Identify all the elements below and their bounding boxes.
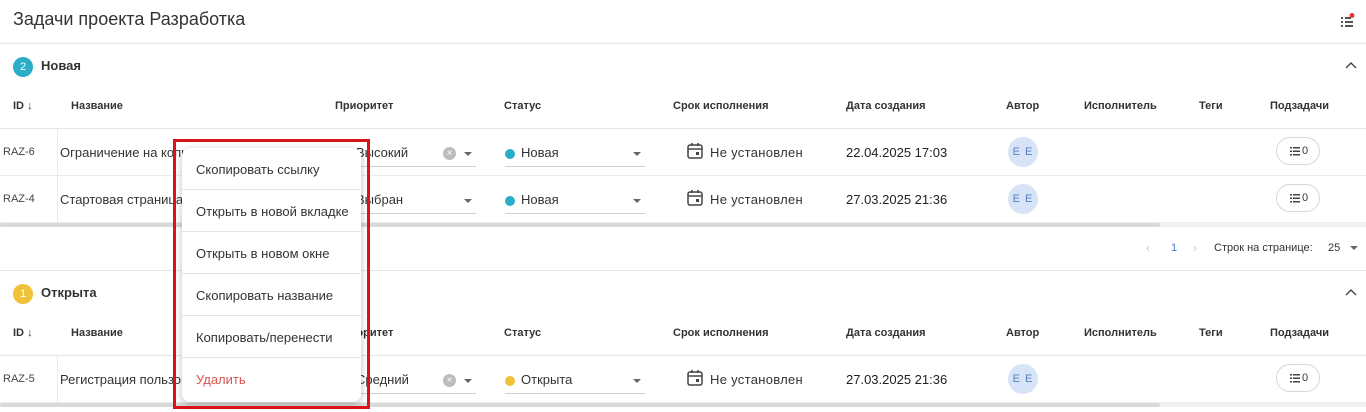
context-menu: Скопировать ссылку Открыть в новой вклад…: [182, 148, 361, 402]
task-name[interactable]: Регистрация пользо: [60, 372, 181, 387]
calendar-icon: [687, 143, 703, 159]
scrollbar-thumb[interactable]: [0, 223, 1160, 227]
menu-item-copy-link[interactable]: Скопировать ссылку: [182, 148, 361, 190]
status-value: Новая: [521, 192, 559, 207]
column-subtasks[interactable]: Подзадачи: [1270, 327, 1329, 339]
task-id[interactable]: RAZ-5: [3, 373, 35, 385]
caret-down-icon[interactable]: [1350, 246, 1358, 250]
caret-down-icon: [633, 152, 641, 156]
column-assignee[interactable]: Исполнитель: [1084, 327, 1157, 339]
column-name[interactable]: Название: [71, 100, 123, 112]
table-header: ID ↓ Название Приоритет Статус Срок испо…: [0, 85, 1366, 129]
author-avatar[interactable]: E E: [1008, 364, 1038, 394]
group-count-badge: 1: [13, 284, 33, 304]
status-value: Открыта: [521, 372, 573, 387]
chevron-left-icon[interactable]: ‹: [1146, 241, 1150, 255]
status-value: Новая: [521, 145, 559, 160]
priority-value: Средний: [356, 372, 409, 387]
status-select[interactable]: Открыта: [505, 366, 645, 394]
group-name: Новая: [41, 58, 81, 73]
subtasks-button[interactable]: 0: [1276, 364, 1320, 392]
column-assignee[interactable]: Исполнитель: [1084, 100, 1157, 112]
column-name[interactable]: Название: [71, 327, 123, 339]
group-name: Открыта: [41, 285, 97, 300]
chevron-up-icon[interactable]: [1344, 59, 1358, 73]
menu-item-copy-title[interactable]: Скопировать название: [182, 274, 361, 316]
list-icon: [1290, 374, 1300, 383]
chevron-up-icon[interactable]: [1344, 286, 1358, 300]
priority-value: Высокий: [356, 145, 409, 160]
created-date: 22.04.2025 17:03: [846, 145, 948, 160]
created-date: 27.03.2025 21:36: [846, 372, 948, 387]
divider: [57, 129, 58, 175]
caret-down-icon: [633, 379, 641, 383]
caret-down-icon: [464, 379, 472, 383]
subtasks-button[interactable]: 0: [1276, 184, 1320, 212]
status-select[interactable]: Новая: [505, 139, 645, 167]
status-select[interactable]: Новая: [505, 186, 645, 214]
column-author[interactable]: Автор: [1006, 327, 1039, 339]
created-date: 27.03.2025 21:36: [846, 192, 948, 207]
sort-down-icon[interactable]: ↓: [27, 100, 33, 112]
due-value: Не установлен: [710, 192, 804, 207]
page-title: Задачи проекта Разработка: [13, 9, 246, 29]
caret-down-icon: [464, 152, 472, 156]
rows-per-page-label: Строк на странице:: [1214, 242, 1313, 254]
menu-item-open-new-tab[interactable]: Открыть в новой вкладке: [182, 190, 361, 232]
calendar-icon: [687, 190, 703, 206]
column-tags[interactable]: Теги: [1199, 100, 1223, 112]
status-dot-icon: [505, 376, 515, 386]
sort-down-icon[interactable]: ↓: [27, 327, 33, 339]
column-due[interactable]: Срок исполнения: [673, 327, 769, 339]
page-header: Задачи проекта Разработка: [0, 0, 1366, 44]
subtasks-count: 0: [1302, 192, 1309, 204]
status-dot-icon: [505, 149, 515, 159]
column-tags[interactable]: Теги: [1199, 327, 1223, 339]
group-count-badge: 2: [13, 57, 33, 77]
divider: [57, 176, 58, 222]
divider: [57, 356, 58, 402]
due-value: Не установлен: [710, 372, 804, 387]
clear-icon[interactable]: ×: [443, 147, 456, 160]
column-created[interactable]: Дата создания: [846, 100, 926, 112]
task-id[interactable]: RAZ-6: [3, 146, 35, 158]
task-id[interactable]: RAZ-4: [3, 193, 35, 205]
priority-value: Выбран: [356, 192, 404, 207]
column-priority[interactable]: Приоритет: [335, 100, 393, 112]
column-created[interactable]: Дата создания: [846, 327, 926, 339]
status-dot-icon: [505, 196, 515, 206]
view-settings-icon[interactable]: [1339, 13, 1355, 29]
clear-icon[interactable]: ×: [443, 374, 456, 387]
page-number[interactable]: 1: [1171, 242, 1177, 254]
horizontal-scrollbar[interactable]: [0, 403, 1366, 407]
column-author[interactable]: Автор: [1006, 100, 1039, 112]
subtasks-count: 0: [1302, 145, 1309, 157]
task-name[interactable]: Ограничение на копи: [60, 145, 188, 160]
calendar-icon: [687, 370, 703, 386]
author-avatar[interactable]: E E: [1008, 184, 1038, 214]
author-avatar[interactable]: E E: [1008, 137, 1038, 167]
subtasks-count: 0: [1302, 372, 1309, 384]
due-value: Не установлен: [710, 145, 804, 160]
column-id[interactable]: ID ↓: [13, 327, 33, 339]
column-id[interactable]: ID ↓: [13, 100, 33, 112]
menu-item-copy-move[interactable]: Копировать/перенести: [182, 316, 361, 358]
task-name[interactable]: Стартовая страница: [60, 192, 183, 207]
group-header-new[interactable]: 2 Новая: [0, 45, 1366, 87]
menu-item-delete[interactable]: Удалить: [182, 358, 361, 400]
column-subtasks[interactable]: Подзадачи: [1270, 100, 1329, 112]
caret-down-icon: [633, 199, 641, 203]
caret-down-icon: [464, 199, 472, 203]
rows-per-page-select[interactable]: 25: [1328, 242, 1340, 254]
menu-item-open-new-window[interactable]: Открыть в новом окне: [182, 232, 361, 274]
list-icon: [1290, 147, 1300, 156]
list-icon: [1290, 194, 1300, 203]
subtasks-button[interactable]: 0: [1276, 137, 1320, 165]
column-status[interactable]: Статус: [504, 327, 541, 339]
column-status[interactable]: Статус: [504, 100, 541, 112]
chevron-right-icon[interactable]: ›: [1193, 241, 1197, 255]
scrollbar-thumb[interactable]: [0, 403, 1160, 407]
column-due[interactable]: Срок исполнения: [673, 100, 769, 112]
